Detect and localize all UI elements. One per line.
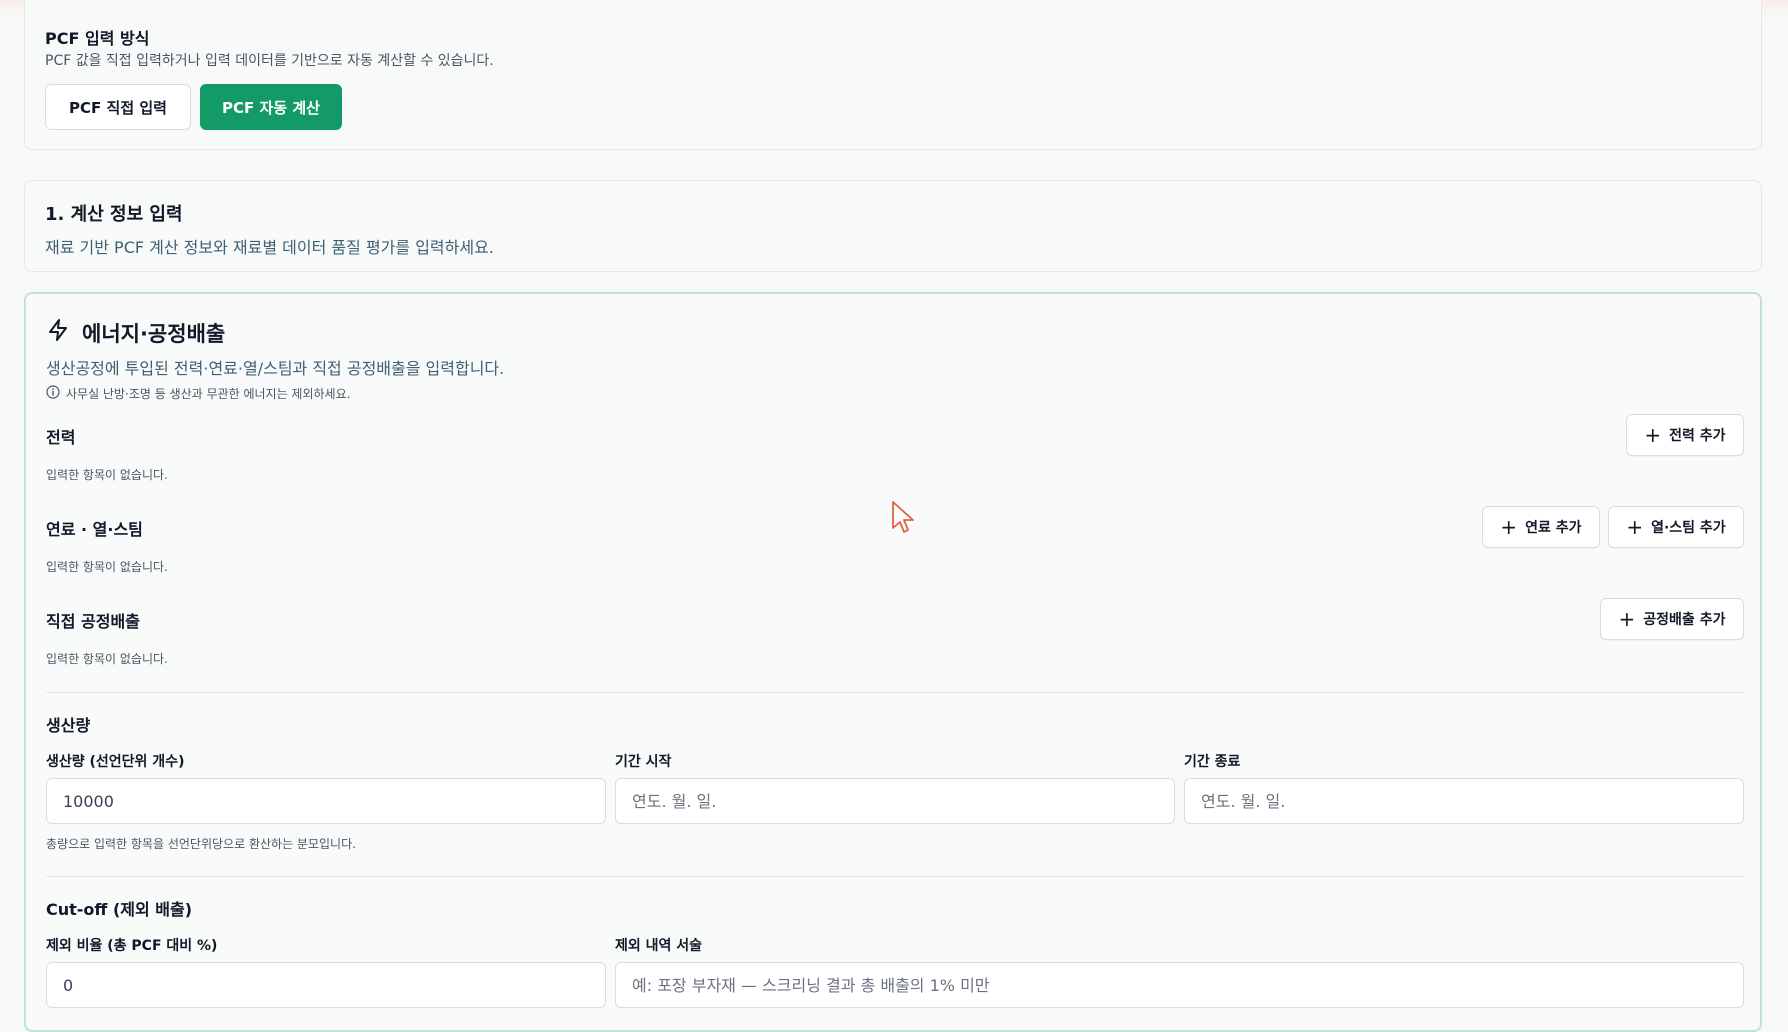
energy-note: 사무실 난방·조명 등 생산과 무관한 에너지는 제외하세요. [66, 387, 351, 401]
pcf-auto-calc-button[interactable]: PCF 자동 계산 [200, 84, 342, 130]
plus-icon: + [1500, 515, 1518, 539]
pcf-method-card: PCF 입력 방식 PCF 값을 직접 입력하거나 입력 데이터를 기반으로 자… [24, 0, 1762, 150]
add-heat-steam-button[interactable]: + 열·스팀 추가 [1608, 506, 1744, 548]
divider [46, 692, 1744, 693]
add-electricity-button[interactable]: + 전력 추가 [1626, 414, 1744, 456]
cutoff-description-input[interactable] [615, 962, 1744, 1008]
production-quantity-input[interactable] [46, 778, 606, 824]
fuel-heat-empty: 입력한 항목이 없습니다. [46, 560, 168, 574]
add-electricity-label: 전력 추가 [1669, 428, 1726, 444]
add-process-emission-button[interactable]: + 공정배출 추가 [1600, 598, 1744, 640]
period-start-label: 기간 시작 [615, 754, 672, 770]
lightning-icon [49, 319, 67, 341]
energy-title: 에너지·공정배출 [82, 322, 226, 346]
energy-process-card: 에너지·공정배출 생산공정에 투입된 전력·연료·열/스팀과 직접 공정배출을 … [24, 292, 1762, 1032]
add-fuel-button[interactable]: + 연료 추가 [1482, 506, 1600, 548]
divider [46, 876, 1744, 877]
period-end-input[interactable] [1184, 778, 1744, 824]
calc-info-description: 재료 기반 PCF 계산 정보와 재료별 데이터 품질 평가를 입력하세요. [45, 238, 494, 257]
production-title: 생산량 [46, 716, 91, 735]
energy-description: 생산공정에 투입된 전력·연료·열/스팀과 직접 공정배출을 입력합니다. [46, 359, 505, 378]
pcf-method-description: PCF 값을 직접 입력하거나 입력 데이터를 기반으로 자동 계산할 수 있습… [45, 53, 494, 69]
period-end-label: 기간 종료 [1184, 754, 1241, 770]
fuel-heat-label: 연료 · 열·스팀 [46, 520, 143, 539]
plus-icon: + [1618, 607, 1636, 631]
add-fuel-label: 연료 추가 [1525, 520, 1582, 536]
production-quantity-label: 생산량 (선언단위 개수) [46, 754, 185, 770]
pcf-method-title: PCF 입력 방식 [45, 29, 150, 48]
cutoff-ratio-input[interactable] [46, 962, 606, 1008]
electricity-label: 전력 [46, 428, 76, 447]
plus-icon: + [1644, 423, 1662, 447]
calc-info-title: 1. 계산 정보 입력 [45, 204, 183, 225]
add-process-emission-label: 공정배출 추가 [1643, 612, 1726, 628]
mouse-cursor-icon [892, 501, 914, 533]
process-emission-label: 직접 공정배출 [46, 612, 140, 631]
cutoff-title: Cut-off (제외 배출) [46, 900, 193, 919]
pcf-direct-input-button[interactable]: PCF 직접 입력 [45, 84, 191, 130]
plus-icon: + [1626, 515, 1644, 539]
production-hint: 총량으로 입력한 항목을 선언단위당으로 환산하는 분모입니다. [46, 837, 356, 851]
cutoff-ratio-label: 제외 비율 (총 PCF 대비 %) [46, 938, 218, 954]
cutoff-description-label: 제외 내역 서술 [615, 938, 703, 954]
calc-info-card: 1. 계산 정보 입력 재료 기반 PCF 계산 정보와 재료별 데이터 품질 … [24, 180, 1762, 272]
electricity-empty: 입력한 항목이 없습니다. [46, 468, 168, 482]
period-start-input[interactable] [615, 778, 1175, 824]
info-icon [46, 385, 60, 399]
process-emission-empty: 입력한 항목이 없습니다. [46, 652, 168, 666]
add-heat-steam-label: 열·스팀 추가 [1651, 520, 1726, 536]
